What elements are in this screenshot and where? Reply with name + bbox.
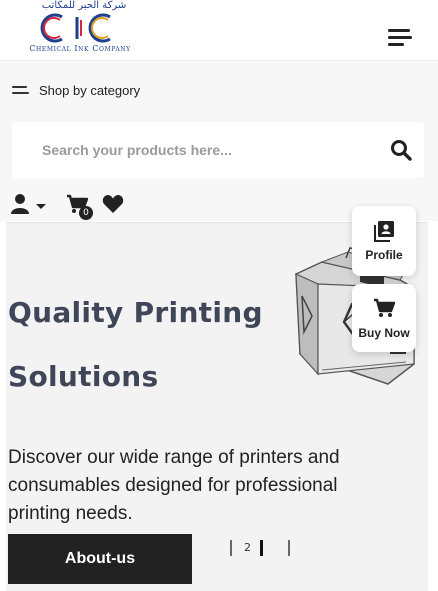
hamburger-menu-icon-line	[388, 36, 412, 39]
cart-icon	[374, 298, 395, 317]
pager-active-indicator[interactable]	[260, 540, 263, 556]
cart-count-badge: 0	[79, 206, 93, 220]
company-logo[interactable]: شركة الحبر للمكاتب Chemical Ink Company	[18, 0, 142, 58]
buy-now-floating-button[interactable]: Buy Now	[352, 284, 416, 352]
heart-icon	[102, 195, 124, 213]
hamburger-menu-icon-line	[388, 43, 404, 46]
shop-by-category-button[interactable]: Shop by category	[12, 78, 140, 102]
search-input[interactable]	[42, 138, 372, 162]
logo-company-text: Chemical Ink Company	[29, 44, 131, 53]
hero-title-line1: Quality Printing	[8, 296, 263, 329]
profile-book-icon	[374, 221, 394, 242]
user-icon	[11, 194, 29, 214]
search-icon	[391, 140, 412, 161]
account-dropdown[interactable]	[10, 193, 48, 217]
pager-next-indicator[interactable]	[288, 540, 290, 556]
category-lines-icon	[12, 85, 29, 95]
search-box	[12, 122, 424, 178]
cart-button[interactable]: 0	[66, 194, 96, 222]
shop-by-category-label: Shop by category	[39, 82, 141, 98]
wishlist-button[interactable]	[102, 194, 126, 216]
hamburger-menu-icon	[388, 29, 410, 32]
caret-down-icon	[36, 204, 46, 209]
profile-floating-button[interactable]: Profile	[352, 206, 416, 276]
hero-title-line2: Solutions	[8, 360, 159, 393]
profile-label: Profile	[365, 248, 403, 262]
logo-cic-mark	[40, 13, 111, 43]
hamburger-menu-button[interactable]	[386, 26, 414, 50]
hero-description: Discover our wide range of printers and …	[8, 447, 340, 524]
search-button[interactable]	[390, 139, 412, 161]
site-header: شركة الحبر للمكاتب Chemical Ink Company	[0, 0, 438, 61]
pager-current-number: 2	[244, 541, 251, 554]
logo-arabic-text: شركة الحبر للمكاتب	[41, 0, 127, 11]
buy-now-label: Buy Now	[358, 326, 410, 340]
about-us-button[interactable]: About-us	[8, 534, 192, 584]
slide-pager: 2	[228, 540, 298, 556]
pager-separator	[230, 540, 232, 556]
